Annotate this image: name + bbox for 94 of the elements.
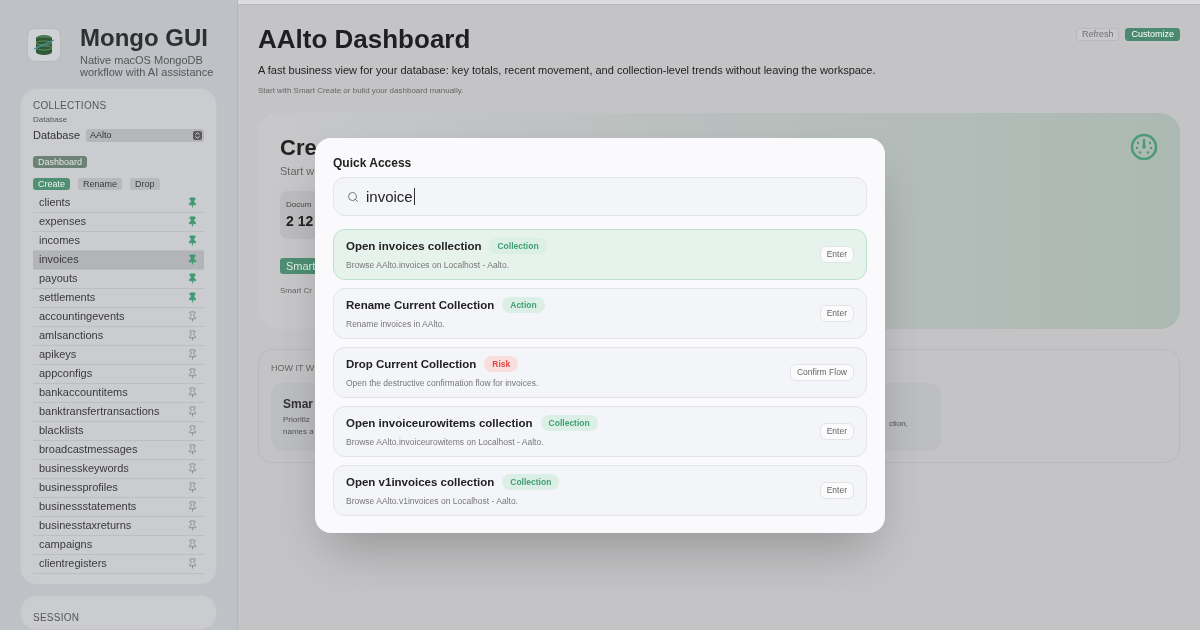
shortcut-key: Enter <box>819 305 854 322</box>
result-tag: Collection <box>540 415 598 432</box>
collection-item[interactable]: campaigns <box>33 535 204 555</box>
pin-icon[interactable] <box>187 197 198 208</box>
step-text: Prioritiz <box>283 415 311 425</box>
stat-label: Docum <box>286 199 313 211</box>
hero-note: Smart Cr <box>280 285 313 297</box>
pin-icon[interactable] <box>187 520 198 531</box>
result-title: Drop Current Collection <box>346 356 477 372</box>
collection-item[interactable]: businessstatements <box>33 497 204 517</box>
collection-item[interactable]: businessprofiles <box>33 478 204 498</box>
pin-icon[interactable] <box>187 216 198 227</box>
collection-item[interactable]: payouts <box>33 269 204 289</box>
step-text: names a <box>283 427 315 437</box>
result-tag: Risk <box>484 356 519 373</box>
pin-icon[interactable] <box>187 406 198 417</box>
pin-icon[interactable] <box>187 254 198 265</box>
result-description: Open the destructive confirmation flow for invoices. <box>346 376 539 390</box>
panel-heading: COLLECTIONS <box>33 99 108 112</box>
page-hint: Start with Smart Create or build your dashboard manually. <box>258 84 465 97</box>
stat-value: 2 12 <box>286 212 315 231</box>
pin-icon[interactable] <box>187 463 198 474</box>
header-button[interactable]: Customize <box>1125 28 1180 41</box>
dialog-title: Quick Access <box>333 156 413 170</box>
result-item[interactable]: Drop Current Collection Risk Open the destructive confirmation flow for invoices. Confirm Flow <box>333 347 867 398</box>
step-text: ction, <box>888 419 908 429</box>
search-icon <box>347 190 359 203</box>
shortcut-key: Enter <box>819 246 854 263</box>
result-item[interactable]: Open invoiceurowitems collection Collection Browse AAlto.invoiceurowitems on Localhost - Aalto. Enter <box>333 406 867 457</box>
collection-item[interactable]: broadcastmessages <box>33 440 204 460</box>
collection-item[interactable]: expenses <box>33 212 204 232</box>
search-field[interactable]: invoice <box>333 177 867 216</box>
pin-icon[interactable] <box>187 444 198 455</box>
database-select[interactable]: AAlto <box>86 128 204 142</box>
collection-item[interactable]: appconfigs <box>33 364 204 384</box>
result-title: Open invoices collection <box>346 238 482 254</box>
collection-item[interactable]: businesskeywords <box>33 459 204 479</box>
pin-icon[interactable] <box>187 539 198 550</box>
gauge-icon <box>1130 132 1158 161</box>
collection-item[interactable]: accountingevents <box>33 307 204 327</box>
panel-heading: HOW IT W <box>271 361 315 375</box>
shortcut-key: Enter <box>819 423 854 440</box>
result-tag: Action <box>502 297 545 314</box>
result-item[interactable]: Open v1invoices collection Collection Browse AAlto.v1invoices on Localhost - Aalto. Enter <box>333 465 867 516</box>
pin-icon[interactable] <box>187 425 198 436</box>
field-label: Database <box>33 128 81 143</box>
result-title: Open v1invoices collection <box>346 474 495 490</box>
app-title: Mongo GUI <box>80 24 209 52</box>
hero-subtitle: Start w <box>280 163 316 179</box>
collection-item[interactable]: incomes <box>33 231 204 251</box>
result-item[interactable]: Rename Current Collection Action Rename invoices in AAlto. Enter <box>333 288 867 339</box>
collection-action-button[interactable]: Create <box>33 177 70 190</box>
step-title: Smar <box>283 396 315 413</box>
result-title: Open invoiceurowitems collection <box>346 415 533 431</box>
pin-icon[interactable] <box>187 387 198 398</box>
result-description: Browse AAlto.v1invoices on Localhost - Aalto. <box>346 494 519 508</box>
shortcut-key: Enter <box>819 482 854 499</box>
pin-icon[interactable] <box>187 501 198 512</box>
pin-icon[interactable] <box>187 235 198 246</box>
collection-action-button[interactable]: Rename <box>78 177 123 190</box>
collection-item[interactable]: businesstaxreturns <box>33 516 204 536</box>
collection-item[interactable]: clients <box>33 193 204 213</box>
result-title: Rename Current Collection <box>346 297 495 313</box>
collection-item[interactable]: amlsanctions <box>33 326 204 346</box>
result-item[interactable]: Open invoices collection Collection Browse AAlto.invoices on Localhost - Aalto. Enter <box>333 229 867 280</box>
collection-item[interactable]: banktransfertransactions <box>33 402 204 422</box>
pin-icon[interactable] <box>187 330 198 341</box>
collection-item[interactable]: clientregisters <box>33 554 204 574</box>
pin-icon[interactable] <box>187 482 198 493</box>
page-title: AAlto Dashboard <box>258 23 471 55</box>
field-caption: Database <box>33 115 69 125</box>
collection-item[interactable]: bankaccountitems <box>33 383 204 403</box>
pin-icon[interactable] <box>187 273 198 284</box>
result-tag: Collection <box>489 238 547 255</box>
pin-icon[interactable] <box>187 311 198 322</box>
stepper-icon <box>193 130 202 140</box>
collection-item[interactable]: settlements <box>33 288 204 308</box>
panel-heading: SESSION <box>33 611 80 623</box>
result-description: Browse AAlto.invoices on Localhost - Aalto. <box>346 258 510 272</box>
collection-item[interactable]: apikeys <box>33 345 204 365</box>
shortcut-key: Confirm Flow <box>789 364 854 381</box>
pin-icon[interactable] <box>187 368 198 379</box>
page-description: A fast business view for your database: key totals, recent movement, and collection-level trends without leaving the workspace. <box>258 63 877 78</box>
pin-icon[interactable] <box>187 292 198 303</box>
result-tag: Collection <box>502 474 560 491</box>
app-logo-icon <box>27 28 61 62</box>
collection-item[interactable]: blacklists <box>33 421 204 441</box>
collection-action-button[interactable]: Drop <box>130 177 160 190</box>
pin-icon[interactable] <box>187 349 198 360</box>
pin-icon[interactable] <box>187 558 198 569</box>
app-subtitle: Native macOS MongoDB workflow with AI assistance <box>80 54 215 78</box>
hero-title: Cre <box>280 134 318 161</box>
result-description: Browse AAlto.invoiceurowitems on Localhost - Aalto. <box>346 435 545 449</box>
result-description: Rename invoices in AAlto. <box>346 317 446 331</box>
